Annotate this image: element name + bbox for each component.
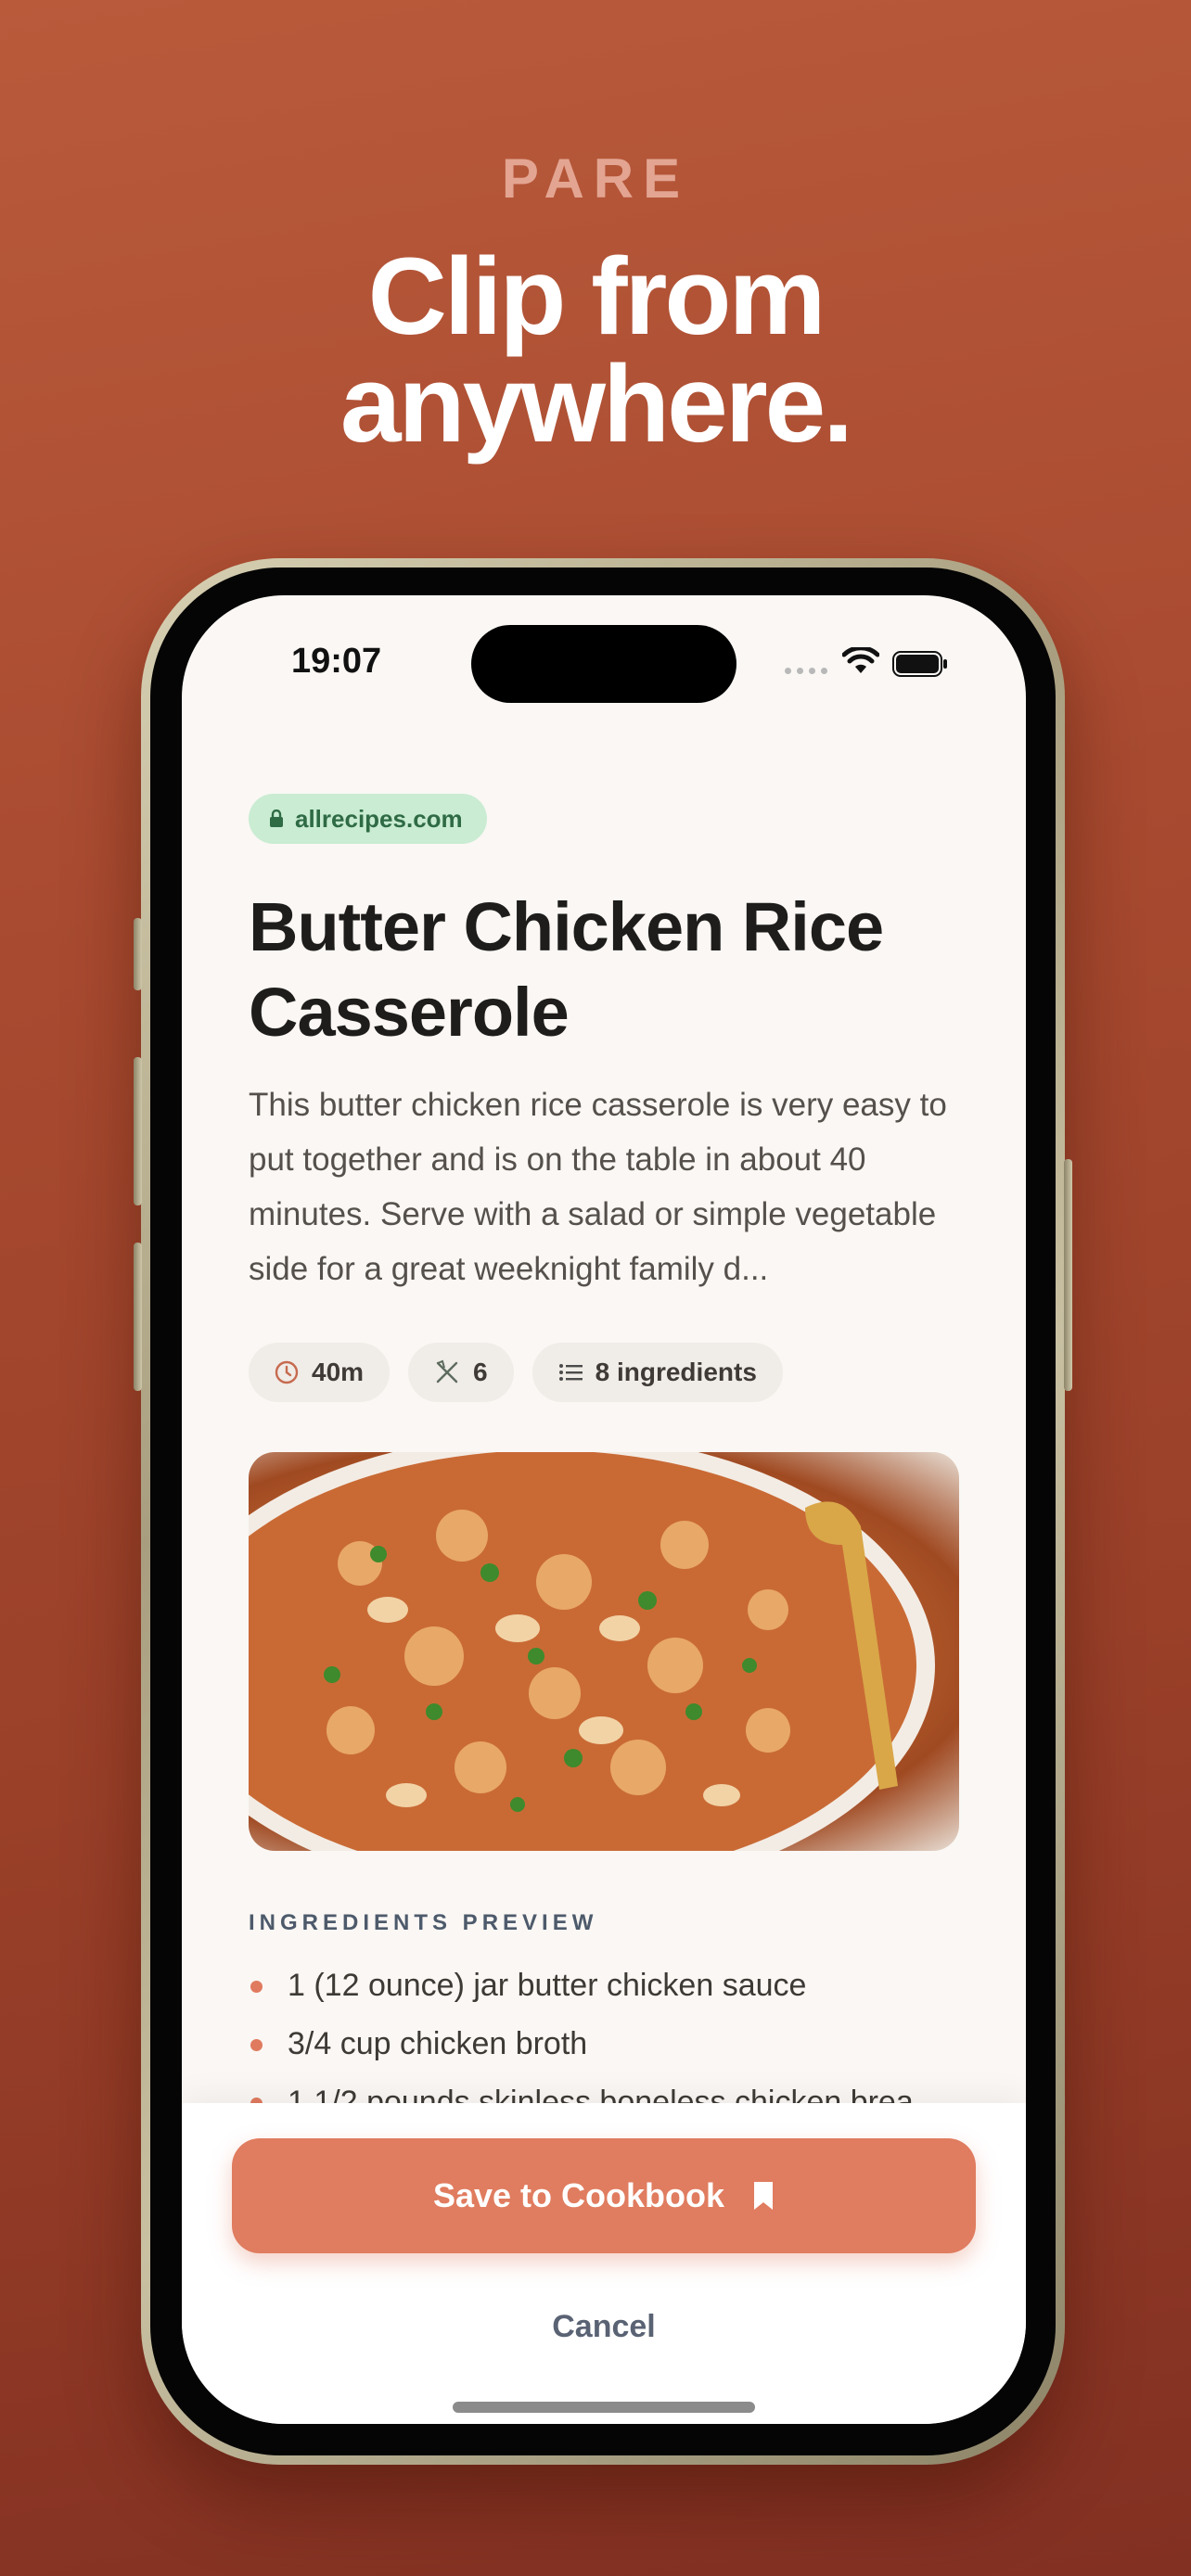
ingredients-preview-label: INGREDIENTS PREVIEW bbox=[249, 1910, 598, 1935]
power-button bbox=[1064, 1159, 1072, 1391]
ingredient-item: 1 (12 ounce) jar butter chicken sauce bbox=[249, 1957, 972, 2015]
dynamic-island bbox=[471, 625, 736, 703]
recipe-title: Butter Chicken Rice Casserole bbox=[249, 888, 884, 1051]
action-button bbox=[134, 918, 142, 990]
save-to-cookbook-button[interactable]: Save to Cookbook bbox=[232, 2138, 976, 2253]
recipe-meta: 40m 6 8 ingredients bbox=[249, 1343, 783, 1402]
volume-down-button bbox=[134, 1243, 142, 1391]
utensils-icon bbox=[436, 1359, 458, 1384]
ingredient-item: 3/4 cup chicken broth bbox=[249, 2015, 972, 2073]
cook-time-chip: 40m bbox=[249, 1343, 391, 1402]
ingredients-count-chip: 8 ingredients bbox=[531, 1343, 783, 1402]
clock-icon bbox=[275, 1360, 299, 1384]
wifi-icon bbox=[842, 647, 879, 673]
recipe-photo bbox=[249, 1452, 959, 1851]
headline: Clip from anywhere. bbox=[0, 236, 1191, 465]
casserole-illustration bbox=[249, 1452, 935, 1851]
servings: 6 bbox=[473, 1358, 488, 1386]
servings-chip: 6 bbox=[408, 1343, 514, 1402]
save-button-label: Save to Cookbook bbox=[432, 2176, 725, 2214]
action-sheet: Save to Cookbook Cancel bbox=[182, 2103, 1026, 2424]
list-icon bbox=[558, 1364, 583, 1381]
home-indicator bbox=[453, 2402, 755, 2413]
cook-time: 40m bbox=[312, 1358, 365, 1386]
signal-icon bbox=[785, 668, 827, 674]
source-domain: allrecipes.com bbox=[295, 804, 463, 833]
headline-line-2: anywhere. bbox=[339, 343, 853, 465]
status-time: 19:07 bbox=[291, 642, 382, 681]
volume-up-button bbox=[134, 1057, 142, 1205]
lock-icon bbox=[270, 810, 283, 827]
cancel-button[interactable]: Cancel bbox=[182, 2309, 1026, 2345]
bookmark-icon bbox=[754, 2182, 774, 2210]
headline-line-1: Clip from bbox=[367, 236, 826, 358]
source-domain-badge: allrecipes.com bbox=[249, 794, 487, 844]
brand-name: PARE bbox=[501, 147, 690, 210]
recipe-description: This butter chicken rice casserole is ve… bbox=[249, 1087, 947, 1287]
phone-screen: 19:07 allrecipes.com Butter Chicken Rice… bbox=[182, 595, 1026, 2424]
ingredients-count: 8 ingredients bbox=[595, 1358, 757, 1386]
battery-icon bbox=[892, 651, 947, 677]
